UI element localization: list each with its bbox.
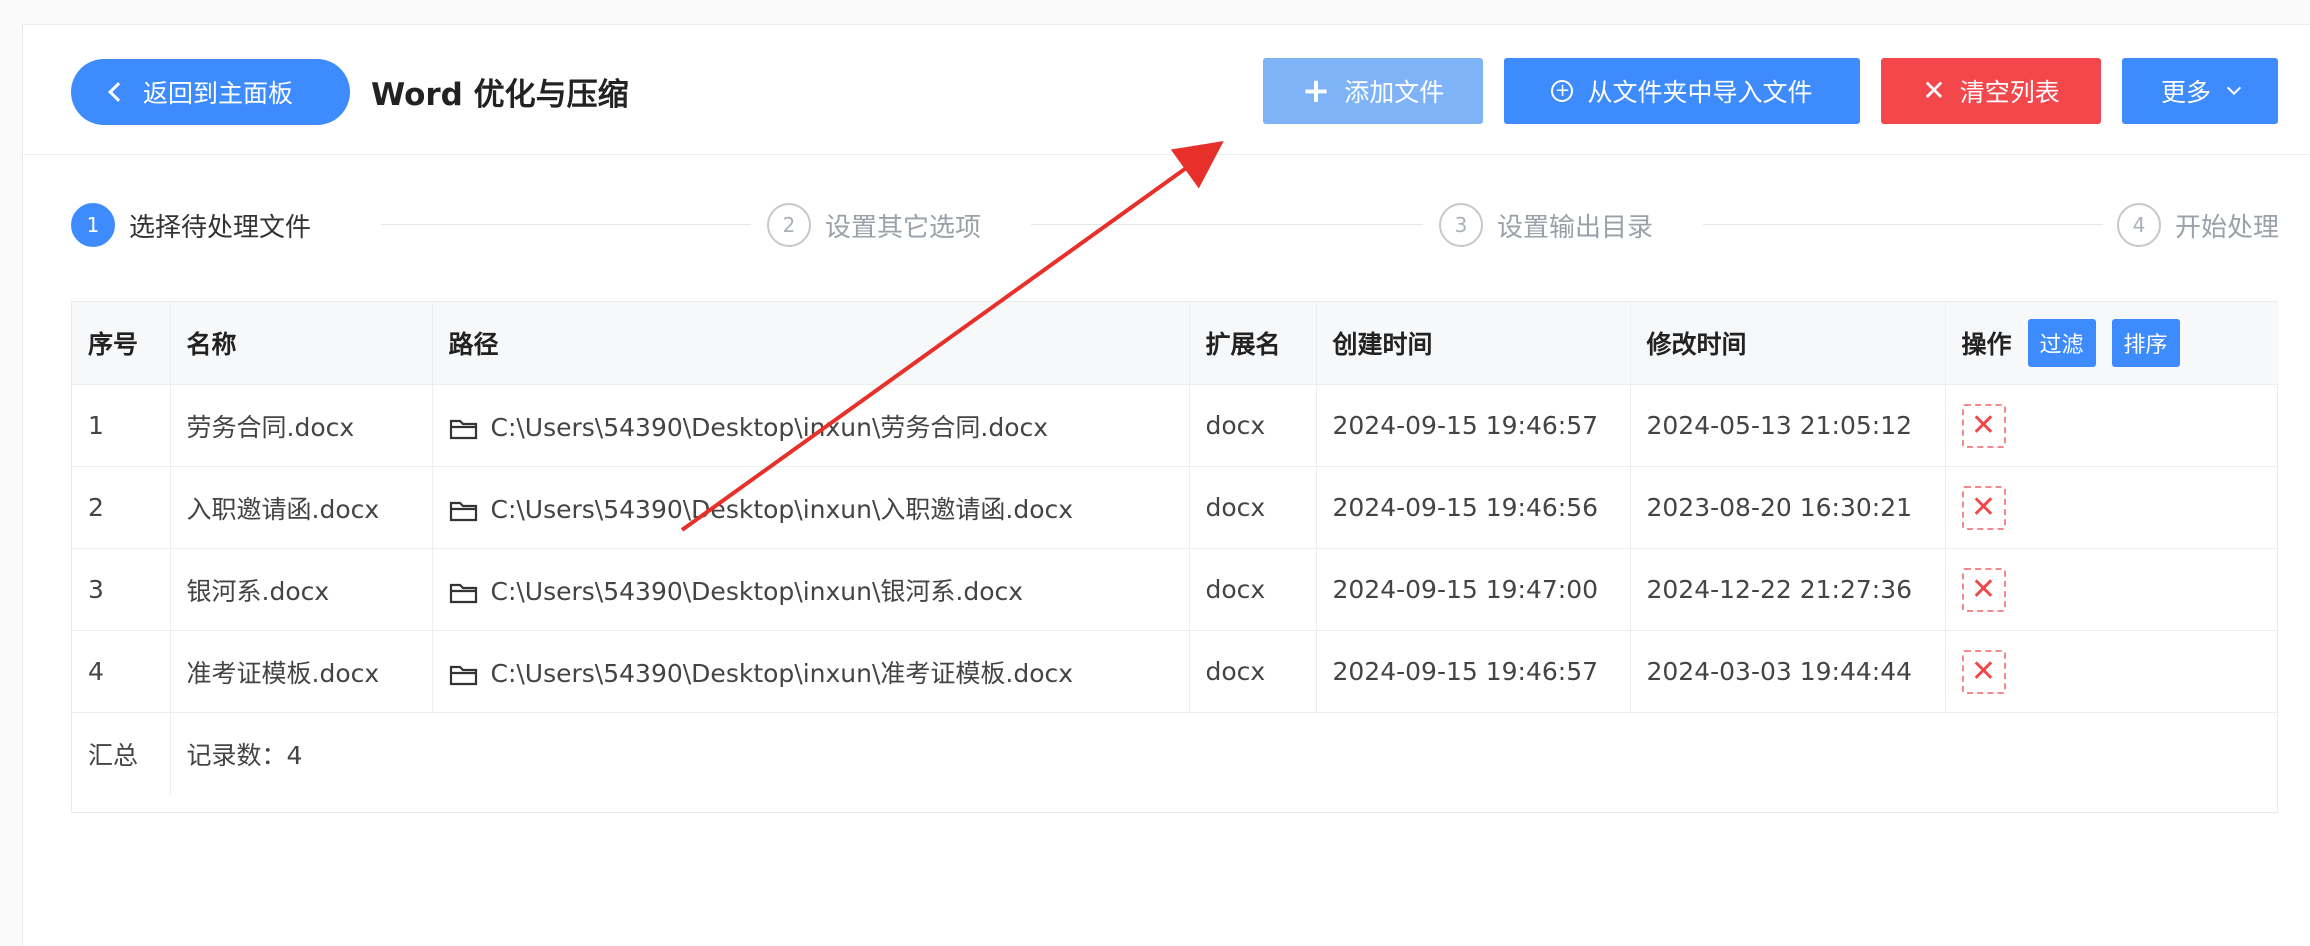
cell-path[interactable]: C:\Users\54390\Desktop\inxun\入职邀请函.docx xyxy=(432,466,1190,549)
more-label: 更多 xyxy=(2160,78,2211,107)
cell-modified: 2023-08-20 16:30:21 xyxy=(1630,466,1946,549)
cell-ext: docx xyxy=(1189,548,1317,631)
clear-list-label: 清空列表 xyxy=(1959,78,2060,107)
folder-icon xyxy=(449,419,477,439)
import-from-folder-button[interactable]: + 从文件夹中导入文件 xyxy=(1504,58,1860,124)
filter-button[interactable]: 过滤 xyxy=(2027,319,2096,367)
delete-x-icon[interactable]: ✕ xyxy=(1961,485,2006,530)
step-number: 3 xyxy=(1439,203,1483,247)
step-label: 选择待处理文件 xyxy=(129,212,312,243)
folder-icon xyxy=(449,583,477,603)
cell-name: 入职邀请函.docx xyxy=(170,466,433,549)
chevron-down-icon xyxy=(2226,80,2242,96)
cell-ext: docx xyxy=(1189,630,1317,713)
table-row[interactable]: 2 入职邀请函.docx C:\Users\54390\Desktop\inxu… xyxy=(72,466,2279,549)
cell-ops: ✕ xyxy=(1945,548,2279,631)
table-row[interactable]: 3 银河系.docx C:\Users\54390\Desktop\inxun\… xyxy=(72,548,2279,631)
column-header-path: 路径 xyxy=(432,302,1190,385)
delete-x-icon[interactable]: ✕ xyxy=(1961,567,2006,612)
cell-path[interactable]: C:\Users\54390\Desktop\inxun\准考证模板.docx xyxy=(432,630,1190,713)
cell-created: 2024-09-15 19:46:56 xyxy=(1316,466,1631,549)
cell-modified: 2024-12-22 21:27:36 xyxy=(1630,548,1946,631)
column-header-ops: 操作 过滤 排序 xyxy=(1945,302,2279,385)
table-row[interactable]: 4 准考证模板.docx C:\Users\54390\Desktop\inxu… xyxy=(72,630,2279,713)
ops-label: 操作 xyxy=(1961,330,2012,359)
summary-value: 记录数：4 xyxy=(186,740,303,770)
column-header-created: 创建时间 xyxy=(1316,302,1631,385)
table-header-row: 序号 名称 路径 扩展名 创建时间 修改时间 操作 过滤 排序 xyxy=(72,302,2279,385)
cell-modified: 2024-03-03 19:44:44 xyxy=(1630,630,1946,713)
sort-button[interactable]: 排序 xyxy=(2111,319,2180,367)
more-dropdown-button[interactable]: 更多 xyxy=(2122,58,2278,124)
cell-modified: 2024-05-13 21:05:12 xyxy=(1630,384,1946,467)
folder-icon xyxy=(449,501,477,521)
step-number: 1 xyxy=(71,203,115,247)
path-text: C:\Users\54390\Desktop\inxun\银河系.docx xyxy=(490,576,1024,606)
cell-index: 2 xyxy=(72,466,171,549)
cell-ops: ✕ xyxy=(1945,630,2279,713)
main-panel: 返回到主面板 Word 优化与压缩 + 添加文件 + 从文件夹中导入文件 ✕ 清… xyxy=(22,24,2310,946)
toolbar-header: 返回到主面板 Word 优化与压缩 + 添加文件 + 从文件夹中导入文件 ✕ 清… xyxy=(23,25,2310,155)
plus-icon: + xyxy=(1301,71,1331,111)
cell-index: 3 xyxy=(72,548,171,631)
circle-plus-icon: + xyxy=(1551,80,1574,102)
close-icon: ✕ xyxy=(1922,74,1946,107)
add-file-button[interactable]: + 添加文件 xyxy=(1263,58,1483,124)
cell-index: 1 xyxy=(72,384,171,467)
steps-progress: 1 选择待处理文件 2 设置其它选项 3 设置输出目录 4 开始处理 xyxy=(23,203,2310,263)
step-2: 2 设置其它选项 xyxy=(767,203,981,247)
file-table: 序号 名称 路径 扩展名 创建时间 修改时间 操作 过滤 排序 1 劳务合同.d… xyxy=(71,301,2279,813)
cell-ops: ✕ xyxy=(1945,466,2279,549)
cell-name: 准考证模板.docx xyxy=(170,630,433,713)
cell-ext: docx xyxy=(1189,466,1317,549)
chevron-left-icon xyxy=(108,82,128,102)
column-header-modified: 修改时间 xyxy=(1630,302,1946,385)
step-connector xyxy=(1703,224,2103,225)
delete-x-icon[interactable]: ✕ xyxy=(1961,403,2006,448)
step-1: 1 选择待处理文件 xyxy=(71,203,311,247)
folder-icon xyxy=(449,665,477,685)
path-text: C:\Users\54390\Desktop\inxun\入职邀请函.docx xyxy=(490,494,1074,524)
delete-x-icon[interactable]: ✕ xyxy=(1961,649,2006,694)
back-to-dashboard-button[interactable]: 返回到主面板 xyxy=(71,59,350,125)
step-3: 3 设置输出目录 xyxy=(1439,203,1653,247)
table-row[interactable]: 1 劳务合同.docx C:\Users\54390\Desktop\inxun… xyxy=(72,384,2279,467)
step-4: 4 开始处理 xyxy=(2117,203,2279,247)
cell-name: 劳务合同.docx xyxy=(170,384,433,467)
table-summary-row: 汇总 记录数：4 xyxy=(72,712,2279,795)
cell-ops: ✕ xyxy=(1945,384,2279,467)
cell-ext: docx xyxy=(1189,384,1317,467)
page-title: Word 优化与压缩 xyxy=(371,77,629,113)
back-button-label: 返回到主面板 xyxy=(143,79,294,108)
column-header-ext: 扩展名 xyxy=(1189,302,1317,385)
cell-created: 2024-09-15 19:47:00 xyxy=(1316,548,1631,631)
cell-created: 2024-09-15 19:46:57 xyxy=(1316,630,1631,713)
step-number: 4 xyxy=(2117,203,2161,247)
step-label: 开始处理 xyxy=(2175,212,2280,243)
add-file-label: 添加文件 xyxy=(1344,78,1445,107)
path-text: C:\Users\54390\Desktop\inxun\准考证模板.docx xyxy=(490,658,1074,688)
step-label: 设置其它选项 xyxy=(825,212,982,243)
cell-index: 4 xyxy=(72,630,171,713)
cell-path[interactable]: C:\Users\54390\Desktop\inxun\劳务合同.docx xyxy=(432,384,1190,467)
cell-path[interactable]: C:\Users\54390\Desktop\inxun\银河系.docx xyxy=(432,548,1190,631)
import-folder-label: 从文件夹中导入文件 xyxy=(1587,78,1813,107)
cell-created: 2024-09-15 19:46:57 xyxy=(1316,384,1631,467)
column-header-name: 名称 xyxy=(170,302,433,385)
summary-label: 汇总 xyxy=(72,712,171,795)
column-header-index: 序号 xyxy=(72,302,171,385)
step-connector xyxy=(381,224,751,225)
clear-list-button[interactable]: ✕ 清空列表 xyxy=(1881,58,2101,124)
step-connector xyxy=(1031,224,1423,225)
path-text: C:\Users\54390\Desktop\inxun\劳务合同.docx xyxy=(490,412,1049,442)
step-number: 2 xyxy=(767,203,811,247)
step-label: 设置输出目录 xyxy=(1497,212,1654,243)
cell-name: 银河系.docx xyxy=(170,548,433,631)
